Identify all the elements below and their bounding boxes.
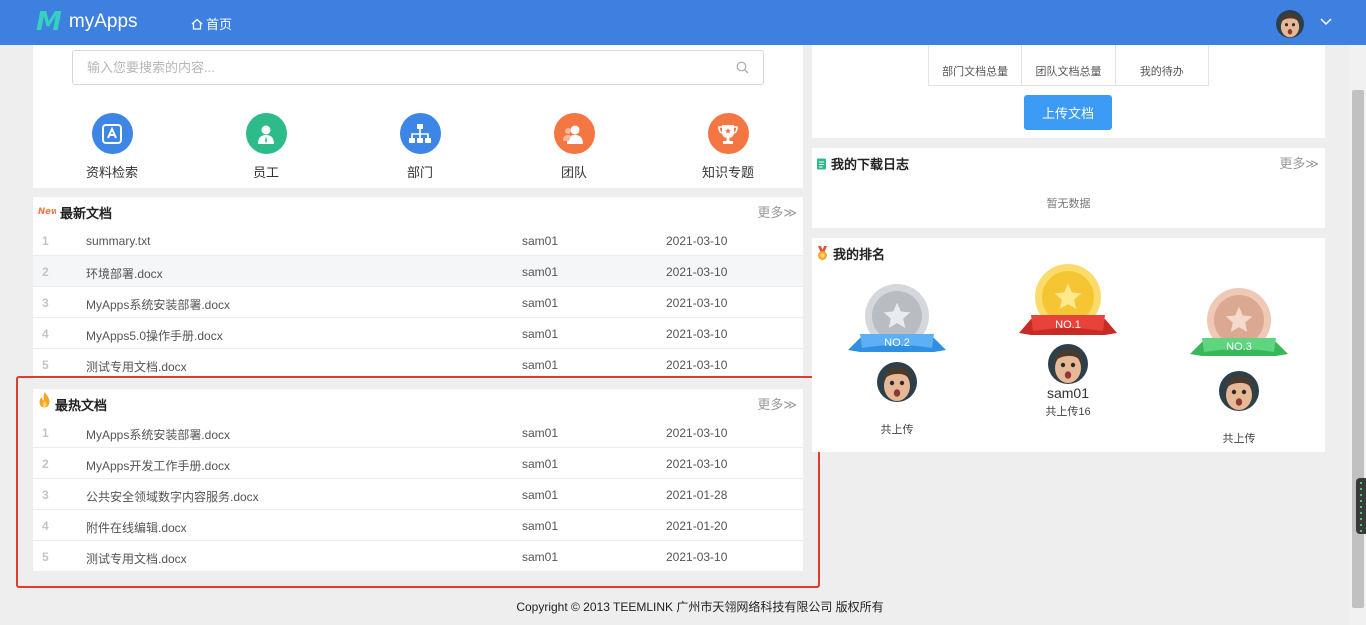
rank-1-avatar[interactable] xyxy=(1048,344,1088,384)
quick-link-label: 部门 xyxy=(406,165,433,180)
stat-my-todo[interactable]: 我的待办 xyxy=(1114,45,1208,85)
ranking-panel: 我的排名 NO.2 共上传 NO.1 sam01 共上传16 NO.3 共上传 xyxy=(812,238,1325,452)
doc-author: sam01 xyxy=(522,296,559,310)
rank-2-avatar[interactable] xyxy=(877,362,917,402)
top-navigation-bar: M myApps 首页 xyxy=(0,0,1366,45)
latest-docs-title: 最新文档 xyxy=(60,206,113,221)
ranking-title: 我的排名 xyxy=(833,247,886,262)
quick-link-label: 员工 xyxy=(252,165,279,180)
footer-copyright: Copyright © 2013 TEEMLINK 广州市天翎网络科技有限公司 … xyxy=(516,600,884,614)
upload-document-button[interactable]: 上传文档 xyxy=(1024,95,1112,130)
latest-docs-more-link[interactable]: 更多≫ xyxy=(757,202,797,221)
quick-link-team[interactable]: 团队 xyxy=(524,113,624,181)
rank-2-upload-count: 共上传 xyxy=(880,424,914,436)
nav-home-link[interactable]: 首页 xyxy=(191,14,232,33)
doc-author: sam01 xyxy=(522,327,559,341)
doc-name[interactable]: 测试专用文档.docx xyxy=(86,358,187,375)
gold-medal-icon: NO.1 xyxy=(1019,264,1117,335)
doc-name[interactable]: summary.txt xyxy=(86,234,150,248)
nav-home-label: 首页 xyxy=(206,17,233,32)
user-avatar[interactable] xyxy=(1276,10,1304,38)
table-row[interactable]: 2 环境部署.docx sam01 2021-03-10 xyxy=(33,256,803,287)
quick-link-knowledge[interactable]: 知识专题 xyxy=(678,113,778,181)
doc-date: 2021-03-10 xyxy=(666,265,728,279)
team-icon xyxy=(553,113,595,154)
table-row[interactable]: 4 MyApps5.0操作手册.docx sam01 2021-03-10 xyxy=(33,318,803,349)
doc-name[interactable]: MyApps系统安装部署.docx xyxy=(86,296,230,313)
doc-date: 2021-03-10 xyxy=(666,296,728,310)
trophy-icon xyxy=(707,113,749,154)
highlight-frame xyxy=(16,376,820,588)
rank-3-upload-count: 共上传 xyxy=(1222,433,1256,445)
doc-author: sam01 xyxy=(522,358,559,372)
table-row[interactable]: 3 MyApps系统安装部署.docx sam01 2021-03-10 xyxy=(33,287,803,318)
org-chart-icon xyxy=(399,113,441,154)
row-rank: 5 xyxy=(42,358,49,372)
quick-link-search[interactable]: 资料检索 xyxy=(62,113,162,181)
empty-state-text: 暂无数据 xyxy=(1046,198,1091,210)
download-log-panel: 我的下载日志 更多≫ 暂无数据 xyxy=(812,148,1325,228)
search-box xyxy=(72,50,764,85)
row-rank: 4 xyxy=(42,327,49,341)
rank-badge-1: NO.1 xyxy=(1055,319,1081,331)
quick-link-label: 资料检索 xyxy=(85,165,138,180)
new-badge-icon: New xyxy=(38,207,56,216)
row-rank: 1 xyxy=(42,234,49,248)
rank-3-avatar[interactable] xyxy=(1219,371,1259,411)
search-icon[interactable] xyxy=(736,61,749,74)
search-input[interactable] xyxy=(73,51,713,84)
quick-link-label: 知识专题 xyxy=(701,165,754,180)
person-icon xyxy=(245,113,287,154)
doc-date: 2021-03-10 xyxy=(666,234,728,248)
doc-date: 2021-03-10 xyxy=(666,327,728,341)
table-row[interactable]: 1 summary.txt sam01 2021-03-10 xyxy=(33,225,803,256)
quick-link-department[interactable]: 部门 xyxy=(370,113,470,181)
rank-badge-3: NO.3 xyxy=(1226,341,1252,353)
home-icon xyxy=(191,18,203,30)
quick-link-staff[interactable]: 员工 xyxy=(216,113,316,181)
medal-icon xyxy=(818,246,827,260)
search-doc-icon xyxy=(91,113,133,154)
svg-text:New: New xyxy=(38,207,56,216)
download-log-title: 我的下载日志 xyxy=(831,157,910,172)
logo-mark-icon: M xyxy=(36,7,62,37)
doc-name[interactable]: MyApps5.0操作手册.docx xyxy=(86,327,223,344)
rank-badge-2: NO.2 xyxy=(884,337,910,349)
side-tool-tab[interactable] xyxy=(1356,478,1366,534)
row-rank: 3 xyxy=(42,296,49,310)
download-log-more-link[interactable]: 更多≫ xyxy=(1279,153,1319,172)
latest-docs-panel: New 最新文档 更多≫ 1 summary.txt sam01 2021-03-10… xyxy=(33,197,803,379)
quick-link-label: 团队 xyxy=(560,165,587,180)
stats-box: 部门文档总量 团队文档总量 我的待办 xyxy=(928,45,1209,86)
doc-name[interactable]: 环境部署.docx xyxy=(86,265,163,282)
row-rank: 2 xyxy=(42,265,49,279)
rank-1-upload-count: 共上传16 xyxy=(1045,406,1091,418)
bronze-medal-icon: NO.3 xyxy=(1190,288,1288,356)
document-icon xyxy=(817,158,826,169)
stat-team-docs[interactable]: 团队文档总量 xyxy=(1021,45,1114,85)
rank-1-username: sam01 xyxy=(1046,385,1090,401)
logo-text: myApps xyxy=(68,11,138,32)
app-logo[interactable]: M myApps xyxy=(36,9,138,35)
silver-medal-icon: NO.2 xyxy=(848,284,946,352)
chevron-down-icon[interactable] xyxy=(1320,16,1332,26)
doc-author: sam01 xyxy=(522,234,559,248)
stat-dept-docs[interactable]: 部门文档总量 xyxy=(929,45,1021,85)
doc-author: sam01 xyxy=(522,265,559,279)
doc-date: 2021-03-10 xyxy=(666,358,728,372)
stats-panel: 部门文档总量 团队文档总量 我的待办 上传文档 xyxy=(812,45,1325,138)
search-panel: 资料检索 员工 部门 团队 知识专题 xyxy=(33,45,803,188)
